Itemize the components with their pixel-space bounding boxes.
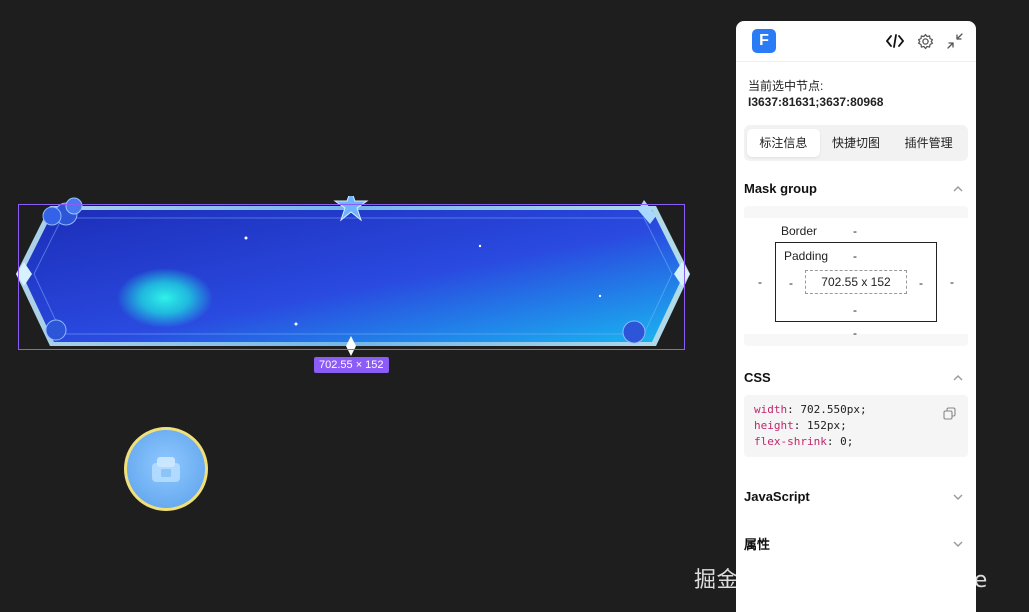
border-label: Border <box>781 224 818 238</box>
css-code-block[interactable]: width: 702.550px; height: 152px; flex-sh… <box>744 395 968 457</box>
collapse-icon[interactable] <box>946 32 964 50</box>
size-label: 702.55 × 152 <box>314 357 389 373</box>
store-icon <box>152 457 180 482</box>
section-javascript-title: JavaScript <box>744 489 810 504</box>
padding-top-value: - <box>853 249 857 263</box>
gear-icon[interactable] <box>916 32 934 50</box>
section-mask-group[interactable]: Mask group <box>736 181 976 196</box>
selection-box[interactable] <box>18 204 685 350</box>
margin-bottom-value: - <box>853 326 857 340</box>
margin-left-value: - <box>758 275 762 289</box>
border-top-value: - <box>853 224 857 238</box>
node-label: 当前选中节点: <box>748 79 824 93</box>
chevron-down-icon <box>953 541 963 547</box>
padding-bottom-value: - <box>853 303 857 317</box>
section-attributes[interactable]: 属性 <box>736 534 976 553</box>
section-css[interactable]: CSS <box>736 370 976 385</box>
inspector-panel: F 当前选中节点: I3637:81631;3637:80968 标注信息 快捷… <box>736 21 976 612</box>
margin-right-value: - <box>950 275 954 289</box>
padding-box: Padding - - - - 702.55 x 152 <box>775 242 937 322</box>
tab-plugin-manage[interactable]: 插件管理 <box>892 129 965 157</box>
css-line: flex-shrink: 0; <box>754 435 854 448</box>
padding-label: Padding <box>784 249 829 263</box>
watermark-text: 掘金技术社区 @ UncleKyrie <box>694 568 988 593</box>
chevron-up-icon <box>953 374 963 380</box>
padding-right-value: - <box>919 276 923 290</box>
plugin-logo: F <box>752 29 776 53</box>
node-id: I3637:81631;3637:80968 <box>748 95 884 109</box>
padding-left-value: - <box>789 276 793 290</box>
tab-annotation[interactable]: 标注信息 <box>747 129 820 157</box>
css-line: width: 702.550px; <box>754 403 867 416</box>
box-model: Border - - - - Padding - - - - 702.55 x … <box>744 206 968 346</box>
section-mask-group-title: Mask group <box>744 181 817 196</box>
section-attributes-title: 属性 <box>744 537 771 552</box>
section-javascript[interactable]: JavaScript <box>736 489 976 504</box>
content-size-box: 702.55 x 152 <box>805 270 907 294</box>
store-circle-button[interactable] <box>124 427 208 511</box>
section-css-title: CSS <box>744 370 771 385</box>
chevron-up-icon <box>953 185 963 191</box>
selected-node-info: 当前选中节点: I3637:81631;3637:80968 <box>736 62 976 110</box>
css-line: height: 152px; <box>754 419 847 432</box>
design-canvas[interactable]: 702.55 × 152 <box>0 0 736 612</box>
panel-header: F <box>736 21 976 62</box>
chevron-down-icon <box>953 494 963 500</box>
tab-quick-slice[interactable]: 快捷切图 <box>820 129 893 157</box>
copy-icon[interactable] <box>943 407 956 420</box>
code-icon[interactable] <box>886 32 904 50</box>
panel-tabs: 标注信息 快捷切图 插件管理 <box>744 125 968 161</box>
